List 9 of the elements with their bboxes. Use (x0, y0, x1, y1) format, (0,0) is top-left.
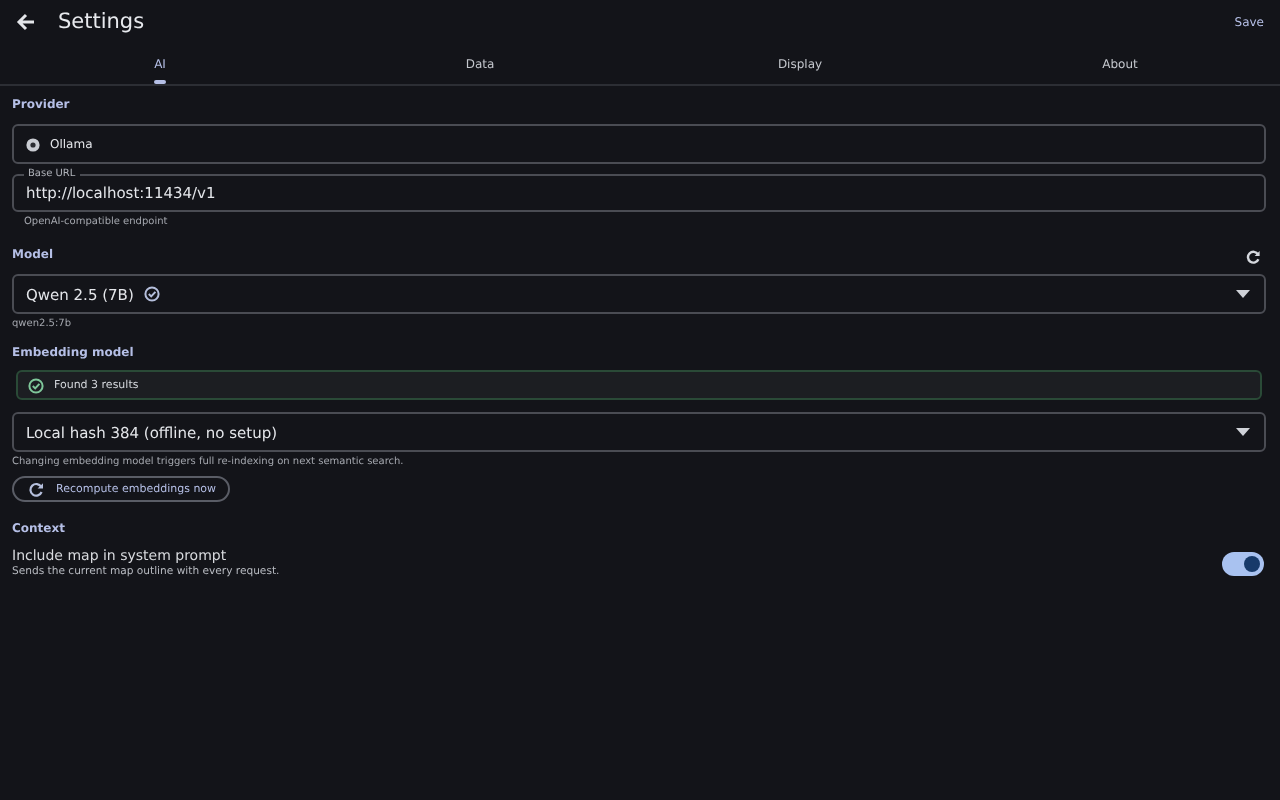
refresh-icon (28, 481, 44, 497)
toggle-switch[interactable] (1222, 551, 1264, 575)
check-circle-icon (28, 377, 44, 393)
caret-icon (1234, 426, 1252, 438)
page-title: Settings (58, 10, 145, 34)
back-icon[interactable] (16, 12, 36, 32)
caret-icon (1234, 288, 1252, 300)
refresh-icon[interactable] (1246, 249, 1260, 263)
provider-icon (26, 137, 40, 151)
